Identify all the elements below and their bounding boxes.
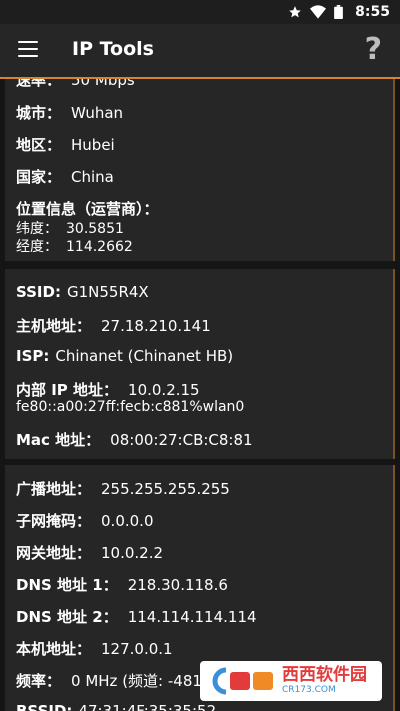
app-bar: IP Tools ?	[0, 24, 400, 79]
menu-icon[interactable]	[18, 41, 38, 59]
mac-row: Mac 地址： 08:00:27:CB:C8:81	[16, 431, 253, 449]
gateway-row: 网关地址： 10.0.2.2	[16, 544, 164, 562]
speed-row: 速率： 50 Mbps	[16, 79, 135, 89]
ssid-row: SSID: G1N55R4X	[16, 283, 149, 301]
logo-mark-icon	[212, 667, 273, 695]
dns1-row: DNS 地址 1： 218.30.118.6	[16, 576, 228, 594]
app-title: IP Tools	[72, 38, 154, 60]
dns2-row: DNS 地址 2： 114.114.114.114	[16, 608, 257, 626]
help-icon[interactable]: ?	[365, 32, 382, 67]
region-row: 地区： Hubei	[16, 136, 115, 154]
location-card: 速率： 50 Mbps 城市： Wuhan 地区： Hubei 国家： China 位置…	[5, 79, 395, 261]
info-list[interactable]: 速率： 50 Mbps 城市： Wuhan 地区： Hubei 国家： China 位置…	[0, 79, 400, 711]
subnet-row: 子网掩码： 0.0.0.0	[16, 512, 154, 530]
bssid-row: BSSID: 47:31:4F:35:35:52	[16, 702, 217, 711]
localhost-row: 本机地址： 127.0.0.1	[16, 640, 173, 658]
city-row: 城市： Wuhan	[16, 104, 124, 122]
ipv6-row: fe80::a00:27ff:fecb:c881%wlan0	[16, 399, 245, 415]
country-row: 国家： China	[16, 168, 114, 186]
isp-row: ISP: Chinanet (Chinanet HB)	[16, 347, 234, 365]
watermark-name: 西西软件园	[282, 665, 367, 685]
star-icon	[289, 6, 302, 18]
battery-icon	[334, 5, 344, 19]
location-title: 位置信息（运营商）：	[16, 200, 159, 218]
latitude-row: 纬度： 30.5851	[16, 221, 124, 237]
network-card: SSID: G1N55R4X 主机地址： 27.18.210.141 ISP: Chi…	[5, 269, 395, 459]
longitude-row: 经度： 114.2662	[16, 239, 133, 255]
host-row: 主机地址： 27.18.210.141	[16, 317, 211, 335]
frequency-row: 频率： 0 MHz (频道: -481)	[16, 672, 208, 690]
watermark-logo: 西西软件园 CR173.COM	[200, 661, 382, 701]
status-bar: 8:55	[0, 0, 400, 24]
internal-ip-row: 内部 IP 地址： 10.0.2.15	[16, 381, 200, 399]
broadcast-row: 广播地址： 255.255.255.255	[16, 480, 230, 498]
watermark-url: CR173.COM	[282, 685, 336, 695]
clock: 8:55	[355, 4, 390, 20]
wifi-icon	[310, 5, 327, 19]
